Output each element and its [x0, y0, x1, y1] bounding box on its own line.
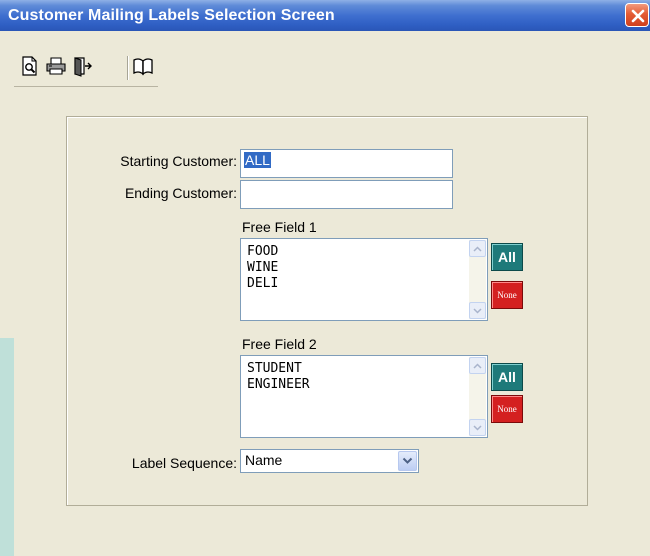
- help-button[interactable]: [131, 54, 155, 78]
- close-button[interactable]: [625, 3, 649, 27]
- background-strip: [0, 338, 14, 556]
- free-field-1-items: FOOD WINE DELI: [247, 244, 278, 292]
- label-sequence-value: Name: [245, 452, 283, 468]
- print-preview-button[interactable]: [18, 54, 42, 78]
- starting-customer-value: ALL: [244, 152, 271, 168]
- free-field-1-listbox[interactable]: FOOD WINE DELI: [240, 238, 488, 321]
- scroll-up-button[interactable]: [469, 240, 486, 257]
- list-item[interactable]: DELI: [247, 276, 278, 292]
- free-field-2-all-button[interactable]: All: [491, 363, 523, 391]
- free-field-2-none-button[interactable]: None: [491, 395, 523, 423]
- exit-door-icon: [74, 57, 92, 77]
- chevron-up-icon: [473, 245, 482, 252]
- chevron-down-icon: [473, 424, 482, 431]
- toolbar: [14, 52, 158, 87]
- toolbar-separator: [127, 56, 128, 80]
- list-item[interactable]: FOOD: [247, 244, 278, 260]
- ending-customer-label: Ending Customer:: [124, 185, 237, 201]
- window-title: Customer Mailing Labels Selection Screen: [8, 7, 335, 24]
- print-preview-icon: [22, 56, 37, 76]
- starting-customer-label: Starting Customer:: [120, 153, 237, 169]
- list-item[interactable]: ENGINEER: [247, 377, 310, 393]
- list-item[interactable]: WINE: [247, 260, 278, 276]
- chevron-up-icon: [473, 362, 482, 369]
- title-bar: Customer Mailing Labels Selection Screen: [0, 0, 650, 31]
- dropdown-button[interactable]: [398, 451, 417, 471]
- free-field-1-scrollbar[interactable]: [469, 240, 486, 319]
- label-sequence-label: Label Sequence:: [131, 455, 237, 471]
- starting-customer-field[interactable]: ALL: [240, 149, 453, 178]
- chevron-down-icon: [402, 457, 413, 464]
- scroll-up-button[interactable]: [469, 357, 486, 374]
- free-field-1-label: Free Field 1: [242, 219, 317, 235]
- scroll-down-button[interactable]: [469, 302, 486, 319]
- free-field-2-listbox[interactable]: STUDENT ENGINEER: [240, 355, 488, 438]
- exit-button[interactable]: [70, 54, 94, 78]
- list-item[interactable]: STUDENT: [247, 361, 310, 377]
- free-field-2-items: STUDENT ENGINEER: [247, 361, 310, 393]
- free-field-2-label: Free Field 2: [242, 336, 317, 352]
- free-field-1-none-button[interactable]: None: [491, 281, 523, 309]
- chevron-down-icon: [473, 307, 482, 314]
- free-field-1-all-button[interactable]: All: [491, 243, 523, 271]
- printer-icon: [46, 57, 66, 75]
- close-icon: [631, 9, 645, 23]
- ending-customer-field[interactable]: [240, 180, 453, 209]
- print-button[interactable]: [44, 54, 68, 78]
- open-book-icon: [133, 58, 153, 76]
- free-field-2-scrollbar[interactable]: [469, 357, 486, 436]
- scroll-down-button[interactable]: [469, 419, 486, 436]
- label-sequence-dropdown[interactable]: Name: [240, 449, 419, 473]
